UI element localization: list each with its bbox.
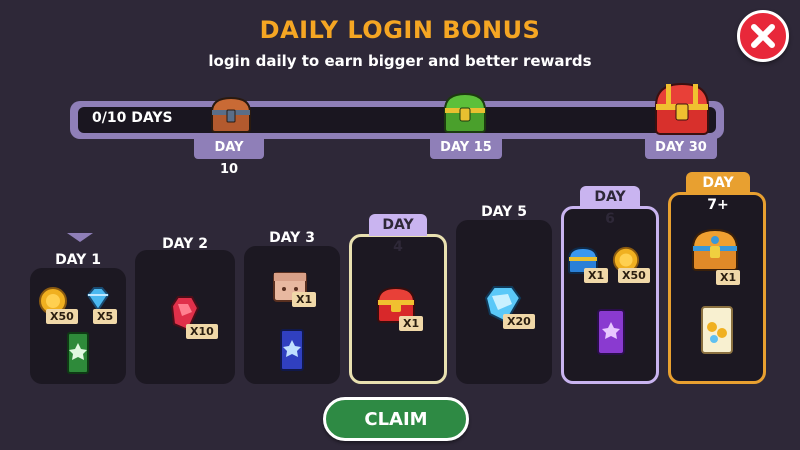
purple-ticket-icon xyxy=(597,309,625,355)
close-button[interactable] xyxy=(737,10,789,62)
reward-qty: X1 xyxy=(584,268,609,283)
reward-qty: X50 xyxy=(618,268,650,283)
milestone-label-day15: DAY 15 xyxy=(430,137,502,159)
day-label: DAY 1 xyxy=(55,252,101,268)
reward-qty: X50 xyxy=(46,309,78,324)
progress-text: 0/10 DAYS xyxy=(92,110,173,126)
reward-qty: X5 xyxy=(93,309,118,324)
day-card-7[interactable] xyxy=(668,192,766,384)
close-icon xyxy=(751,24,775,48)
golden-chest-icon xyxy=(691,228,739,271)
reward-qty: X1 xyxy=(292,292,317,307)
reward-qty: X1 xyxy=(716,270,741,285)
progress-bar xyxy=(78,107,716,133)
day-tab: DAY 6 xyxy=(580,186,640,227)
wooden-chest-icon xyxy=(210,96,252,133)
claim-button[interactable]: CLAIM xyxy=(323,397,469,441)
gold-ticket-icon xyxy=(701,306,733,354)
day-tab: DAY 4 xyxy=(369,214,427,255)
pointer-icon xyxy=(67,233,93,242)
milestone-label-day30: DAY 30 xyxy=(645,137,717,159)
blue-ticket-icon xyxy=(280,329,304,371)
page-subtitle: login daily to earn bigger and better re… xyxy=(208,52,592,70)
red-gold-chest-icon xyxy=(654,82,710,135)
day-label: DAY 3 xyxy=(269,230,315,246)
day-tab: DAY 7+ xyxy=(686,172,750,213)
green-chest-icon xyxy=(443,92,487,133)
day-label: DAY 2 xyxy=(162,236,208,252)
reward-qty: X20 xyxy=(503,314,535,329)
green-ticket-icon xyxy=(67,332,89,374)
page-title: DAILY LOGIN BONUS xyxy=(259,16,541,44)
milestone-label-day10: DAY 10 xyxy=(194,137,264,177)
reward-qty: X10 xyxy=(186,324,218,339)
day-card-6[interactable] xyxy=(561,206,659,384)
day-label: DAY 5 xyxy=(481,204,527,220)
reward-qty: X1 xyxy=(399,316,424,331)
